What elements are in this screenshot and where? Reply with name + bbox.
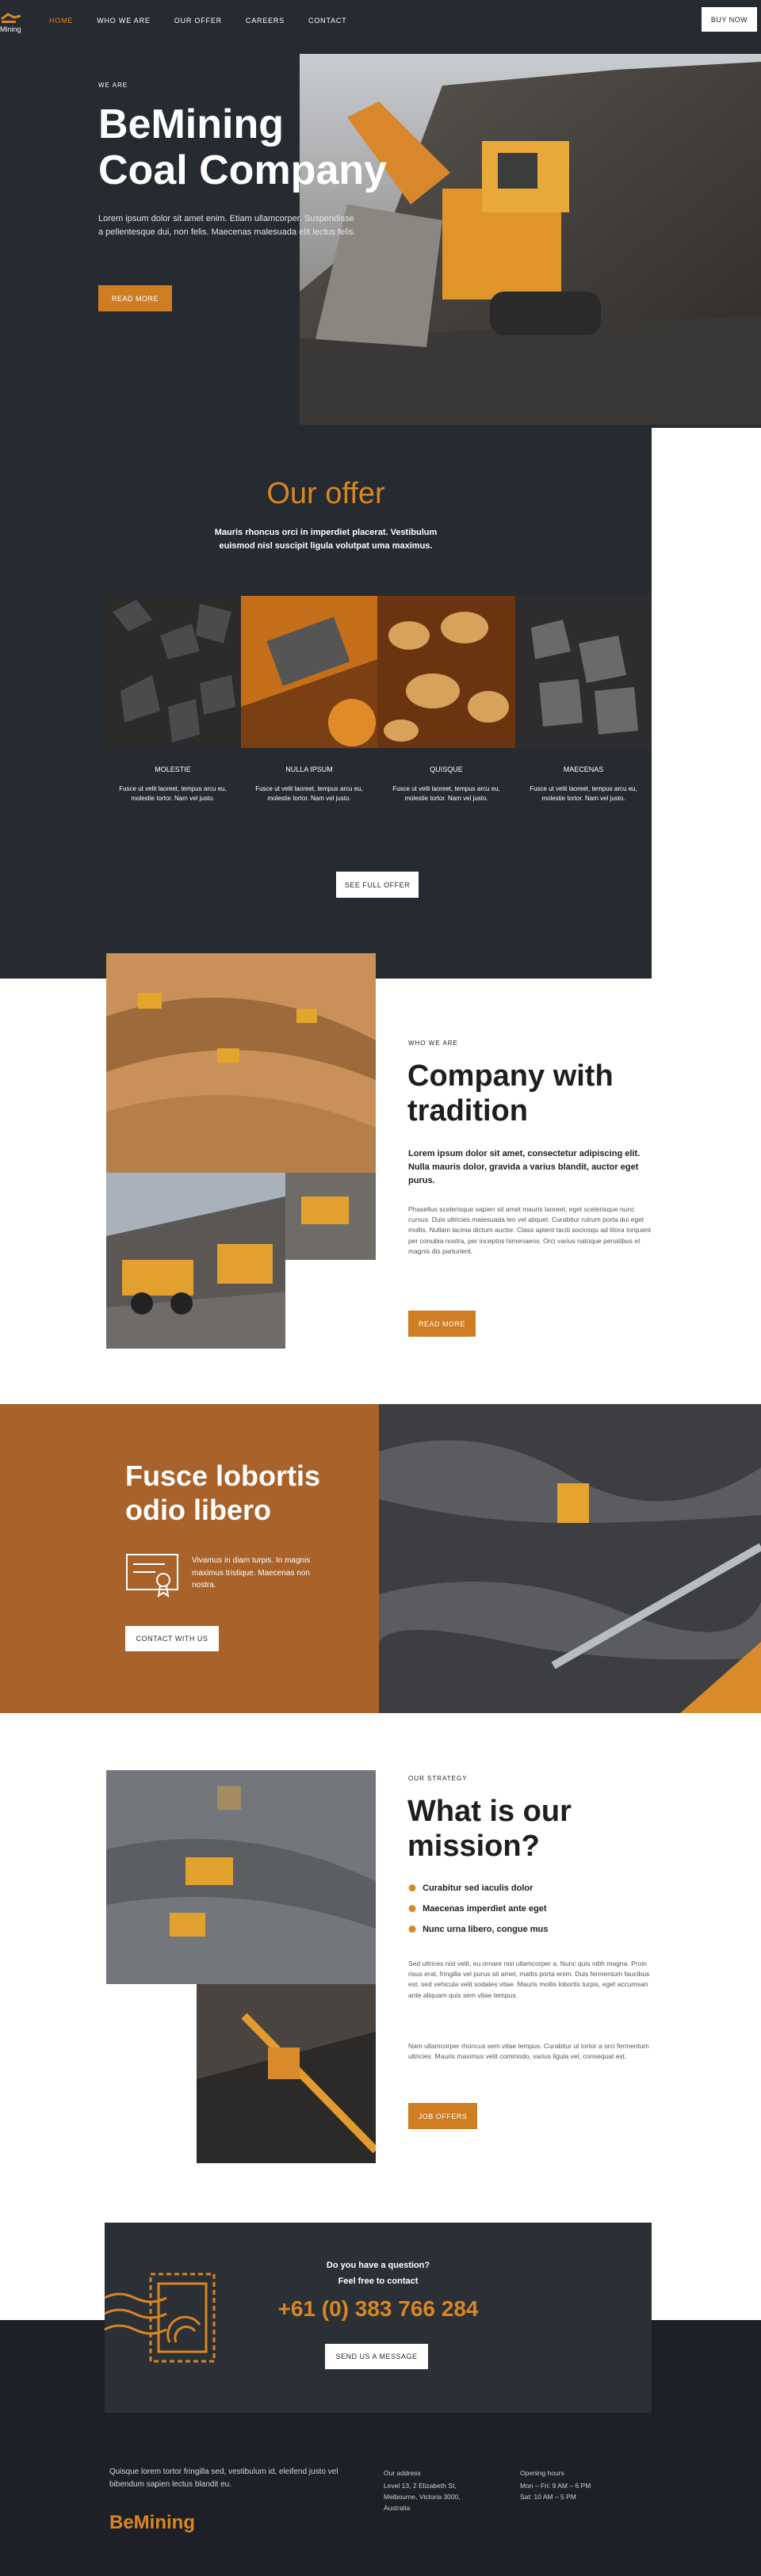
offer-item-4: Maecenas Fusce ut velit laoreet, tempus … [530,765,637,804]
tradition-read-more-button[interactable]: Read more [408,1311,476,1337]
fusce-image-aerial [379,1404,761,1713]
tradition-text: Phasellus scelerisque sapien sit amet ma… [408,1205,652,1255]
mission-bullets: ✺ Curabitur sed iaculis dolor ✺ Maecenas i… [408,1883,548,1935]
mission-bullet: ✺ Maecenas imperdiet ante eget [408,1903,547,1914]
offer-item-text: Fusce ut velit laoreet, tempus arcu eu, … [530,785,637,803]
mission-bullet: ✺ Curabitur sed iaculis dolor [408,1883,533,1894]
offer-image-4 [515,596,652,748]
nav-who-we-are[interactable]: Who we are [97,17,151,25]
logo-text: Mining [0,25,21,33]
mission-bullet: ✺ Nunc urna libero, congue mus [408,1924,549,1935]
offer-item-3: Quisque Fusce ut velit laoreet, tempus a… [392,765,500,804]
offer-title: Our offer [266,477,385,510]
job-offers-button[interactable]: Job offers [408,2103,477,2129]
contact-phone[interactable]: +61 (0) 383 766 284 [105,2296,652,2322]
fusce-text: Vivamus in diam turpis. In magnis maximu… [192,1556,311,1589]
footer-address: Our address Level 13, 2 Elizabeth St, Me… [384,2469,461,2512]
offer-item-title: Nulla ipsum [285,765,333,773]
mission-text-2: Nam ullamcorper rhoncus sem vitae tempus… [408,2042,649,2061]
offer-item-text: Fusce ut velit laoreet, tempus arcu eu, … [255,785,363,803]
nav-careers[interactable]: Careers [246,17,285,25]
hero-read-more-button[interactable]: Read more [98,285,172,311]
logo[interactable]: Mining [0,8,32,40]
mission-image-conveyor [197,1984,376,2163]
footer-brand: BeMining [109,2512,195,2533]
mission-image-trucks [106,1770,376,1984]
sun-icon: ✺ [408,1903,417,1914]
offer-item-text: Fusce ut velit laoreet, tempus arcu eu, … [392,785,500,803]
tradition-lead: Lorem ipsum dolor sit amet, consectetur … [408,1149,641,1186]
buy-now-button[interactable]: Buy now [702,7,757,32]
contact-feel-free: Feel free to contact [338,2276,419,2286]
hero-eyebrow: We are [98,82,128,89]
hero-title: BeMining Coal Company [98,101,387,193]
footer-about: Quisque lorem tortor fringilla sed, vest… [109,2467,338,2489]
hours-title: Opening hours [520,2469,564,2477]
nav-contact[interactable]: Contact [308,17,346,25]
address-title: Our address [384,2469,421,2477]
tradition-image-trucks [106,1173,285,1349]
mission-title: What is our mission? [407,1794,572,1864]
mission-eyebrow: Our strategy [408,1775,468,1782]
offer-item-1: Molestie Fusce ut velit laoreet, tempus … [119,765,227,804]
footer-hours: Opening hours Mon – Fri: 9 AM – 6 PM Sat… [520,2469,591,2501]
hero-title-line2: Coal Company [98,147,388,193]
tradition-eyebrow: Who we are [408,1040,458,1047]
offer-item-title: Maecenas [563,765,604,773]
contact-question: Do you have a question? [326,2261,430,2270]
mission-title-line2: mission? [407,1830,540,1863]
tradition-title-line1: Company with [407,1059,614,1093]
tradition-image-small [285,1173,376,1260]
offer-item-title: Molestie [155,765,191,773]
tradition-image-quarry [106,953,376,1173]
offer-item-2: Nulla ipsum Fusce ut velit laoreet, temp… [255,765,363,804]
contact-with-us-button[interactable]: Contact with us [125,1626,219,1651]
fusce-title: Fusce lobortis odio libero [125,1459,320,1527]
fusce-title-line2: odio libero [125,1494,271,1526]
hero-text: Lorem ipsum dolor sit amet enim. Etiam u… [98,214,356,238]
main-nav: Home Who we are Our offer Careers Contac… [49,17,370,25]
nav-home[interactable]: Home [49,17,73,25]
offer-item-title: Quisque [430,765,463,773]
mission-title-line1: What is our [407,1795,572,1828]
tradition-title: Company with tradition [407,1059,614,1128]
tradition-title-line2: tradition [407,1094,528,1128]
offer-item-text: Fusce ut velit laoreet, tempus arcu eu, … [119,785,227,803]
fusce-title-line1: Fusce lobortis [125,1460,321,1492]
offer-subtitle: Mauris rhoncus orci in imperdiet placera… [214,528,438,551]
offer-image-2 [241,596,377,748]
sun-icon: ✺ [408,1883,417,1894]
see-full-offer-button[interactable]: See full offer [336,872,419,898]
send-message-button[interactable]: Send us a message [325,2344,428,2369]
sun-icon: ✺ [408,1924,417,1935]
offer-image-1 [105,596,241,748]
logo-icon [1,13,21,23]
nav-our-offer[interactable]: Our offer [174,17,222,25]
mission-text-1: Sed ultrices nisl velit, eu ornare nisl … [408,1960,650,1999]
hero-title-line1: BeMining [98,101,284,147]
certificate-icon [125,1551,179,1599]
offer-image-3 [377,596,515,748]
